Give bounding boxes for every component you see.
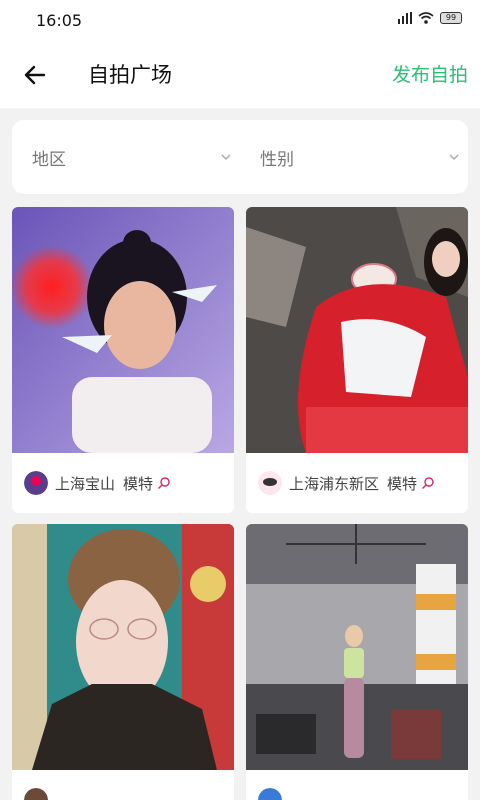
selfie-photo[interactable] bbox=[12, 524, 234, 770]
selfie-card[interactable]: 上海浦东新区 模特 bbox=[246, 207, 468, 513]
avatar[interactable] bbox=[258, 471, 282, 495]
filter-bar: 地区 性别 bbox=[12, 120, 468, 194]
selfie-photo[interactable] bbox=[246, 524, 468, 770]
card-location: 上海宝山 bbox=[55, 474, 116, 493]
gender-filter-dropdown[interactable]: 性别 bbox=[260, 120, 460, 194]
nav-bar: 自拍广场 发布自拍 bbox=[0, 42, 480, 108]
location-pin-icon bbox=[422, 477, 434, 489]
battery-icon: 99 bbox=[440, 12, 462, 24]
status-time: 16:05 bbox=[36, 11, 83, 30]
gender-filter-label: 性别 bbox=[260, 149, 294, 170]
selfie-card[interactable] bbox=[246, 524, 468, 800]
card-info bbox=[246, 770, 468, 800]
chevron-down-icon bbox=[221, 154, 231, 161]
chevron-down-icon bbox=[449, 154, 459, 161]
region-filter-label: 地区 bbox=[32, 149, 66, 170]
avatar[interactable] bbox=[24, 788, 48, 800]
selfie-card[interactable] bbox=[12, 524, 234, 800]
wifi-icon bbox=[418, 12, 434, 24]
region-filter-dropdown[interactable]: 地区 bbox=[32, 120, 232, 194]
signal-icon bbox=[398, 12, 412, 24]
status-icons: 99 bbox=[398, 12, 462, 24]
selfie-photo[interactable] bbox=[12, 207, 234, 453]
selfie-card[interactable]: 上海宝山 模特 bbox=[12, 207, 234, 513]
status-bar: 16:05 99 bbox=[0, 0, 480, 42]
avatar[interactable] bbox=[258, 788, 282, 800]
card-info: 上海浦东新区 模特 bbox=[246, 453, 468, 513]
publish-selfie-button[interactable]: 发布自拍 bbox=[392, 60, 468, 87]
card-location: 上海浦东新区 bbox=[289, 474, 380, 493]
page-title: 自拍广场 bbox=[88, 63, 172, 87]
back-arrow-icon[interactable] bbox=[20, 60, 50, 90]
card-role: 模特 bbox=[387, 474, 418, 493]
card-info: 上海宝山 模特 bbox=[12, 453, 234, 513]
selfie-photo[interactable] bbox=[246, 207, 468, 453]
location-pin-icon bbox=[158, 477, 170, 489]
card-info bbox=[12, 770, 234, 800]
card-role: 模特 bbox=[123, 474, 154, 493]
avatar[interactable] bbox=[24, 471, 48, 495]
